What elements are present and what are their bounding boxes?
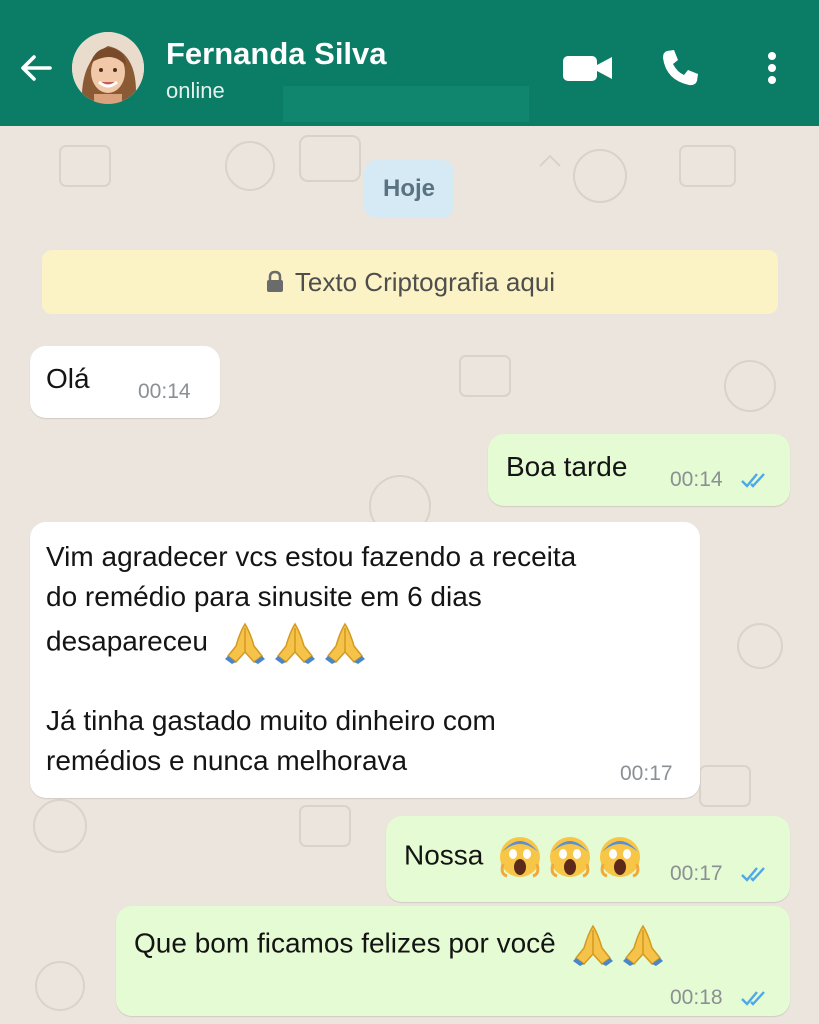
message-line-text: Que bom ficamos felizes por você xyxy=(134,927,556,959)
screaming-face-emoji-group xyxy=(497,834,647,880)
praying-hands-icon xyxy=(324,622,365,664)
message-time: 00:14 xyxy=(670,468,723,491)
message-line: desapareceu xyxy=(46,620,372,666)
encryption-notice[interactable]: Texto Criptografia aqui xyxy=(42,250,778,314)
arrow-left-icon[interactable] xyxy=(16,48,56,88)
lock-icon xyxy=(266,270,283,292)
praying-hands-icon xyxy=(572,924,613,966)
praying-hands-icon xyxy=(622,924,663,966)
message-text: Boa tarde xyxy=(506,451,628,482)
message-line: remédios e nunca melhorava xyxy=(46,745,408,776)
avatar-photo xyxy=(72,32,144,104)
praying-hands-icon xyxy=(274,622,315,664)
contact-status: online xyxy=(166,78,225,103)
message-line: do remédio para sinusite em 6 dias xyxy=(46,581,482,612)
avatar[interactable] xyxy=(72,32,144,104)
message-line: Vim agradecer vcs estou fazendo a receit… xyxy=(46,541,577,572)
phone-icon[interactable] xyxy=(658,46,702,90)
praying-hands-emoji-group xyxy=(570,922,670,968)
message-incoming[interactable]: Olá 00:14 xyxy=(30,346,220,418)
message-time: 00:18 xyxy=(670,986,723,1009)
message-text: Nossa xyxy=(404,834,647,880)
date-chip: Hoje xyxy=(364,160,454,218)
message-text: Olá xyxy=(46,363,90,394)
screaming-face-icon xyxy=(550,837,591,878)
praying-hands-icon xyxy=(224,622,265,664)
message-outgoing[interactable]: Boa tarde 00:14 xyxy=(488,434,790,506)
chat-header: Fernanda Silva online xyxy=(0,0,819,126)
message-text: Que bom ficamos felizes por você xyxy=(134,922,670,968)
message-line-text: Nossa xyxy=(404,839,484,871)
more-vertical-icon[interactable] xyxy=(757,46,787,90)
double-check-icon xyxy=(741,991,765,1006)
message-outgoing[interactable]: Nossa 00:17 xyxy=(386,816,790,902)
screaming-face-icon xyxy=(500,837,541,878)
message-time: 00:17 xyxy=(670,862,723,885)
double-check-icon xyxy=(741,473,765,488)
video-camera-icon[interactable] xyxy=(560,50,616,86)
message-line-text: desapareceu xyxy=(46,625,208,657)
chat-area[interactable]: Hoje Texto Criptografia aqui Olá 00:14 B… xyxy=(0,126,819,1024)
message-incoming[interactable]: Vim agradecer vcs estou fazendo a receit… xyxy=(30,522,700,798)
message-outgoing[interactable]: Que bom ficamos felizes por você 00:18 xyxy=(116,906,790,1016)
message-time: 00:14 xyxy=(138,380,191,403)
screaming-face-icon xyxy=(600,837,641,878)
double-check-icon xyxy=(741,867,765,882)
message-time: 00:17 xyxy=(620,762,673,785)
praying-hands-emoji-group xyxy=(222,620,372,666)
encryption-text: Texto Criptografia aqui xyxy=(294,266,556,297)
contact-name[interactable]: Fernanda Silva xyxy=(166,36,387,72)
message-line: Já tinha gastado muito dinheiro com xyxy=(46,705,496,736)
redacted-area xyxy=(283,86,529,122)
